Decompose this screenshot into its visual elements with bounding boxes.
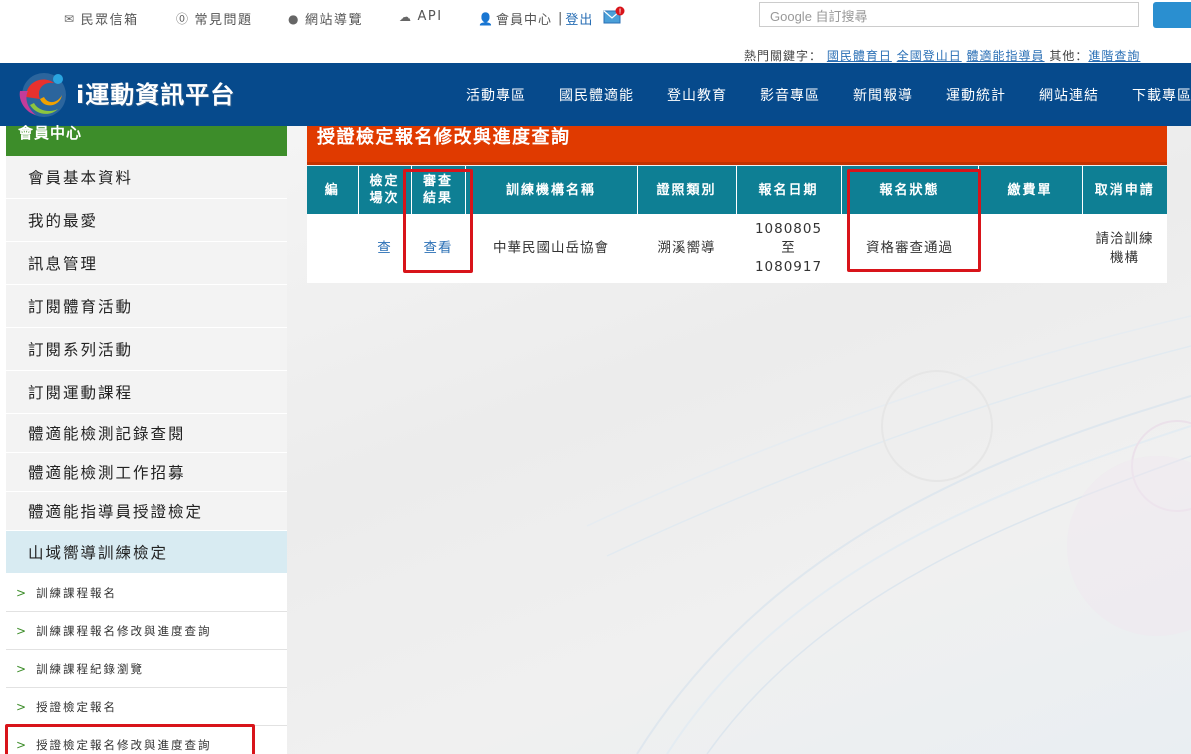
api-link[interactable]: ☁ API: [399, 9, 443, 24]
hotkey-link[interactable]: 國民體育日: [827, 49, 892, 63]
cell-license: 溯溪嚮導: [657, 240, 716, 256]
globe-icon: ●: [288, 11, 300, 26]
faq-link[interactable]: ⓪ 常見問題: [176, 9, 253, 28]
nav-item-video[interactable]: 影音專區: [760, 85, 820, 105]
nav-menu: 活動專區 國民體適能 登山教育 影音專區 新聞報導 運動統計 網站連結 下載專區: [466, 85, 1191, 105]
sidebar-item-messages[interactable]: 訊息管理: [6, 242, 287, 285]
cell-cancel: 請洽訓練 機構: [1095, 230, 1154, 266]
cell-org: 中華民國山岳協會: [493, 240, 609, 256]
user-icon: 👤: [478, 11, 494, 26]
session-query-link[interactable]: 查: [377, 240, 392, 256]
col-header-cancel: 取消申請: [1082, 166, 1167, 214]
nav-item-news[interactable]: 新聞報導: [853, 85, 913, 105]
member-sidebar: 會員中心 會員基本資料 我的最愛 訊息管理 訂閱體育活動 訂閱系列活動 訂閱運動…: [6, 126, 287, 754]
hot-keywords: 熱門關鍵字： 國民體育日 全國登山日 體適能指導員 其他：進階查詢: [744, 49, 1141, 63]
top-utility-bar: ✉ 民眾信箱 ⓪ 常見問題 ● 網站導覽 ☁ API 👤 會員中心 | 登出 !…: [0, 0, 1191, 44]
highlight-box-review: [403, 169, 473, 273]
sidebar-subitem-cert-register[interactable]: > 授證檢定報名: [6, 688, 287, 726]
sidebar-item-subscribe-series[interactable]: 訂閱系列活動: [6, 328, 287, 371]
sidebar-item-instructor-cert[interactable]: 體適能指導員授證檢定: [6, 492, 287, 531]
col-header-license: 證照類別: [637, 166, 737, 214]
hotkey-link[interactable]: 全國登山日: [897, 49, 962, 63]
cell-date: 1080805 至 1080917: [754, 221, 823, 275]
notification-mail-icon[interactable]: !: [603, 6, 625, 24]
site-logo-text[interactable]: i運動資訊平台: [76, 75, 235, 110]
envelope-icon: ✉: [64, 11, 76, 26]
svg-text:!: !: [619, 9, 621, 16]
page-title: 授證檢定報名修改與進度查詢: [307, 126, 1167, 165]
nav-item-stats[interactable]: 運動統計: [946, 85, 1006, 105]
logout-link[interactable]: 登出: [565, 9, 593, 28]
sidebar-item-favorites[interactable]: 我的最愛: [6, 199, 287, 242]
nav-item-fitness[interactable]: 國民體適能: [559, 85, 634, 105]
col-header-date: 報名日期: [736, 166, 842, 214]
question-icon: ⓪: [176, 12, 190, 26]
sidebar-item-profile[interactable]: 會員基本資料: [6, 156, 287, 199]
col-header-org: 訓練機構名稱: [465, 166, 638, 214]
chevron-right-icon: >: [16, 661, 29, 676]
nav-item-activities[interactable]: 活動專區: [466, 85, 526, 105]
search-input[interactable]: Google 自訂搜尋: [759, 2, 1139, 27]
sidebar-item-fitness-jobs[interactable]: 體適能檢測工作招募: [6, 453, 287, 492]
chevron-right-icon: >: [16, 623, 29, 638]
chevron-right-icon: >: [16, 585, 29, 600]
highlight-box-status: [847, 169, 981, 272]
chevron-right-icon: >: [16, 699, 29, 714]
sidebar-item-subscribe-activities[interactable]: 訂閱體育活動: [6, 285, 287, 328]
col-header-payment: 繳費單: [978, 166, 1083, 214]
sidebar-subitem-course-records[interactable]: > 訓練課程紀錄瀏覽: [6, 650, 287, 688]
sidebar-subitem-course-modify[interactable]: > 訓練課程報名修改與進度查詢: [6, 612, 287, 650]
cell-num: [307, 214, 358, 283]
sidebar-item-subscribe-courses[interactable]: 訂閱運動課程: [6, 371, 287, 414]
sidebar-subitem-course-register[interactable]: > 訓練課程報名: [6, 574, 287, 612]
search-button[interactable]: [1153, 2, 1191, 28]
nav-item-links[interactable]: 網站連結: [1039, 85, 1099, 105]
member-center-link[interactable]: 會員中心: [496, 9, 552, 28]
main-navbar: i運動資訊平台 活動專區 國民體適能 登山教育 影音專區 新聞報導 運動統計 網…: [0, 63, 1191, 126]
sidebar-item-fitness-records[interactable]: 體適能檢測記錄查閱: [6, 414, 287, 453]
sitemap-link[interactable]: ● 網站導覽: [288, 9, 363, 29]
hotkey-link[interactable]: 體適能指導員: [967, 49, 1045, 63]
nav-item-mountain[interactable]: 登山教育: [667, 85, 727, 105]
advanced-search-link[interactable]: 進階查詢: [1088, 49, 1140, 63]
nav-item-downloads[interactable]: 下載專區: [1132, 85, 1191, 105]
sidebar-header: 會員中心: [6, 126, 287, 156]
member-links: 👤 會員中心 | 登出: [478, 9, 594, 28]
mailbox-link[interactable]: ✉ 民眾信箱: [64, 9, 139, 29]
highlight-box-sidebar: [5, 724, 255, 754]
sidebar-item-mountain-guide[interactable]: 山域嚮導訓練檢定: [6, 531, 287, 574]
site-logo[interactable]: [14, 67, 74, 123]
cloud-icon: ☁: [399, 9, 413, 24]
col-header-num: 編: [307, 166, 359, 214]
cell-payment: [978, 214, 1082, 283]
